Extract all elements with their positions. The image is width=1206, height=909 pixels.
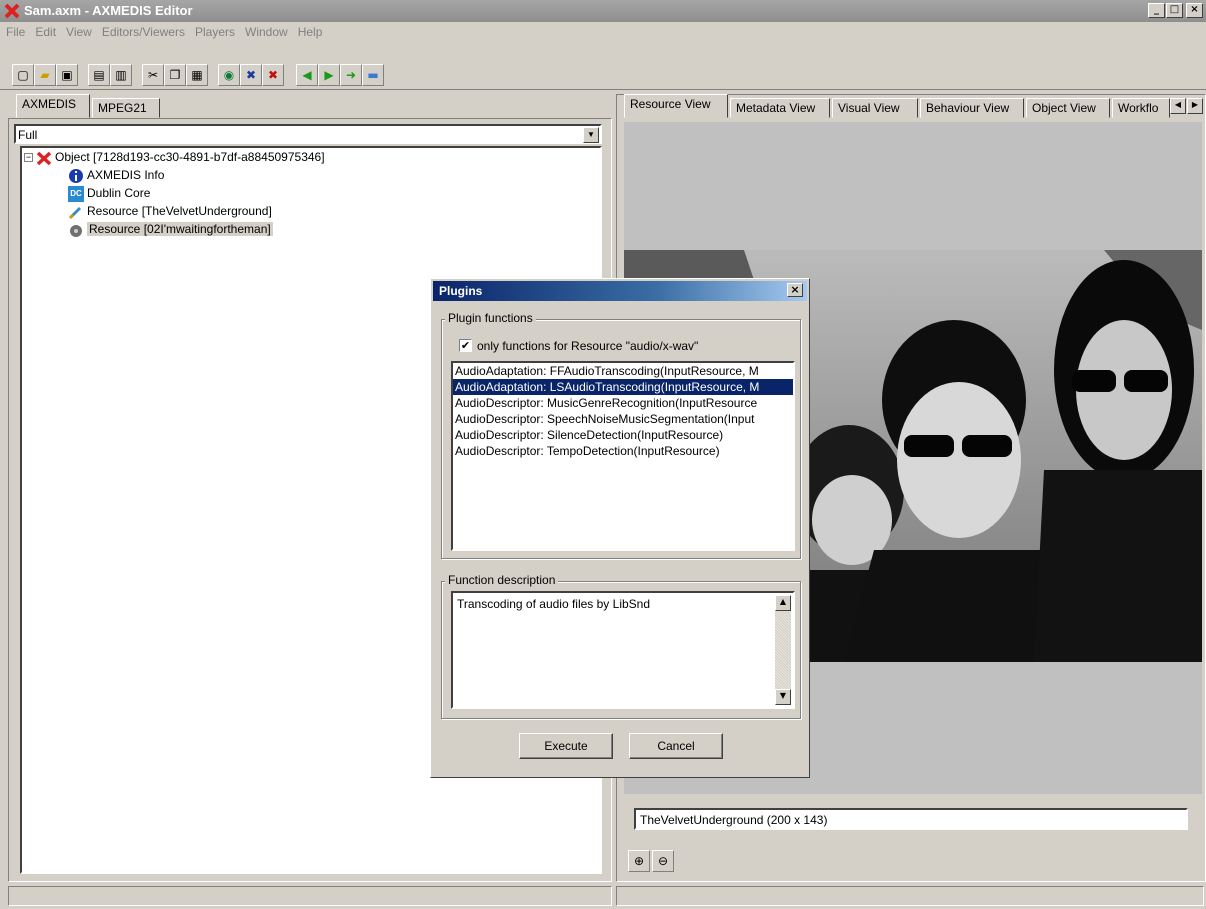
menu-bar: File Edit View Editors/Viewers Players Window… bbox=[0, 22, 1206, 44]
dialog-close-button[interactable]: × bbox=[787, 283, 803, 297]
audio-resource-icon bbox=[70, 224, 82, 237]
properties-icon[interactable]: ▤ bbox=[88, 64, 110, 86]
tab-resource-view[interactable]: Resource View bbox=[624, 94, 728, 118]
copy-icon[interactable]: ❐ bbox=[164, 64, 186, 86]
tree-node-axmedis-info[interactable]: AXMEDIS Info bbox=[22, 166, 600, 184]
scroll-up-icon[interactable]: ▲ bbox=[775, 595, 791, 611]
tab-metadata-view[interactable]: Metadata View bbox=[730, 98, 830, 118]
tab-object-view[interactable]: Object View bbox=[1026, 98, 1110, 118]
minimize-button[interactable]: _ bbox=[1148, 3, 1165, 18]
list-item[interactable]: AudioDescriptor: SpeechNoiseMusicSegment… bbox=[453, 411, 793, 427]
view-mode-value: Full bbox=[18, 128, 38, 142]
layout-icon[interactable]: ▬ bbox=[362, 64, 384, 86]
tree-node-label: Dublin Core bbox=[87, 186, 151, 200]
tree-node-object[interactable]: − Object [7128d193-cc30-4891-b7df-a884509… bbox=[22, 148, 600, 166]
save-icon[interactable]: ▣ bbox=[56, 64, 78, 86]
function-description-label: Function description bbox=[445, 573, 559, 587]
description-text: Transcoding of audio files by LibSnd bbox=[457, 597, 651, 611]
dialog-title-bar[interactable]: Plugins × bbox=[433, 281, 807, 301]
tree-node-label: Resource [TheVelvetUnderground] bbox=[87, 204, 272, 218]
new-file-icon[interactable]: ▢ bbox=[12, 64, 34, 86]
function-description-text: Transcoding of audio files by LibSnd ▲ ▼ bbox=[451, 591, 795, 709]
status-bar-right bbox=[616, 886, 1204, 906]
list-item[interactable]: AudioDescriptor: MusicGenreRecognition(I… bbox=[453, 395, 793, 411]
image-resource-icon bbox=[68, 206, 82, 219]
globe-icon[interactable]: ◉ bbox=[218, 64, 240, 86]
tab-workflow[interactable]: Workflo bbox=[1112, 98, 1170, 118]
enter-arrow-icon[interactable]: ➜ bbox=[340, 64, 362, 86]
tree-node-dublin-core[interactable]: DC Dublin Core bbox=[22, 184, 600, 202]
paste-icon[interactable]: ▦ bbox=[186, 64, 208, 86]
list-item[interactable]: AudioAdaptation: FFAudioTranscoding(Inpu… bbox=[453, 363, 793, 379]
collapse-icon[interactable]: − bbox=[24, 153, 33, 163]
scroll-down-icon[interactable]: ▼ bbox=[775, 689, 791, 705]
filter-checkbox-label[interactable]: only functions for Resource "audio/x-wav… bbox=[477, 339, 698, 353]
plugin-functions-label: Plugin functions bbox=[445, 311, 536, 325]
view-mode-select[interactable]: Full ▼ bbox=[14, 124, 602, 144]
cut-icon[interactable]: ✂ bbox=[142, 64, 164, 86]
resource-caption-field: TheVelvetUnderground (200 x 143) bbox=[634, 808, 1188, 830]
menu-players[interactable]: Players bbox=[189, 22, 239, 39]
open-folder-icon[interactable]: ▰ bbox=[34, 64, 56, 86]
chevron-down-icon[interactable]: ▼ bbox=[583, 127, 599, 143]
list-item[interactable]: AudioDescriptor: TempoDetection(InputRes… bbox=[453, 443, 793, 459]
tools-blue-icon[interactable]: ✖ bbox=[240, 64, 262, 86]
tree-node-label: Resource [02I'mwaitingfortheman] bbox=[87, 222, 273, 236]
window-title: Sam.axm - AXMEDIS Editor bbox=[24, 3, 193, 18]
menu-help[interactable]: Help bbox=[292, 22, 327, 39]
close-button[interactable]: × bbox=[1186, 3, 1203, 18]
axmedis-logo-icon bbox=[4, 3, 20, 19]
cancel-button[interactable]: Cancel bbox=[629, 733, 723, 759]
tab-axmedis[interactable]: AXMEDIS bbox=[16, 94, 90, 118]
dublin-core-icon: DC bbox=[68, 185, 84, 202]
tree-node-resource-image[interactable]: Resource [TheVelvetUnderground] bbox=[22, 202, 600, 220]
plugins-dialog: Plugins × Plugin functions ✔ only functi… bbox=[430, 278, 810, 778]
filter-checkbox[interactable]: ✔ bbox=[459, 339, 472, 352]
dialog-title: Plugins bbox=[439, 284, 483, 298]
title-bar: Sam.axm - AXMEDIS Editor _ □ × bbox=[0, 0, 1206, 22]
list-item[interactable]: AudioDescriptor: SilenceDetection(InputR… bbox=[453, 427, 793, 443]
maximize-button[interactable]: □ bbox=[1166, 3, 1183, 18]
forward-arrow-icon[interactable]: ▶ bbox=[318, 64, 340, 86]
tools-red-icon[interactable]: ✖ bbox=[262, 64, 284, 86]
execute-button[interactable]: Execute bbox=[519, 733, 613, 759]
status-bar-left bbox=[8, 886, 612, 906]
zoom-out-icon[interactable]: ⊖ bbox=[652, 850, 674, 872]
menu-view[interactable]: View bbox=[60, 22, 96, 39]
tab-mpeg21[interactable]: MPEG21 bbox=[92, 98, 160, 118]
tab-visual-view[interactable]: Visual View bbox=[832, 98, 918, 118]
menu-editors-viewers[interactable]: Editors/Viewers bbox=[96, 22, 189, 39]
tab-scroll-right-icon[interactable]: ▶ bbox=[1187, 98, 1203, 114]
list-item-selected[interactable]: AudioAdaptation: LSAudioTranscoding(Inpu… bbox=[453, 379, 793, 395]
tree-node-resource-audio[interactable]: Resource [02I'mwaitingfortheman] bbox=[22, 220, 600, 238]
window-icon[interactable]: ▥ bbox=[110, 64, 132, 86]
plugin-functions-list[interactable]: AudioAdaptation: FFAudioTranscoding(Inpu… bbox=[451, 361, 795, 551]
zoom-in-icon[interactable]: ⊕ bbox=[628, 850, 650, 872]
tree-node-label: AXMEDIS Info bbox=[87, 168, 165, 182]
info-icon bbox=[69, 168, 83, 183]
tree-node-label: Object [7128d193-cc30-4891-b7df-a8845097… bbox=[55, 150, 325, 164]
description-scrollbar[interactable]: ▲ ▼ bbox=[775, 595, 791, 705]
axmedis-object-icon bbox=[36, 151, 52, 166]
menu-file[interactable]: File bbox=[0, 22, 29, 39]
tab-scroll-left-icon[interactable]: ◀ bbox=[1170, 98, 1186, 114]
menu-edit[interactable]: Edit bbox=[29, 22, 60, 39]
tab-behaviour-view[interactable]: Behaviour View bbox=[920, 98, 1024, 118]
menu-window[interactable]: Window bbox=[239, 22, 292, 39]
back-arrow-icon[interactable]: ◀ bbox=[296, 64, 318, 86]
